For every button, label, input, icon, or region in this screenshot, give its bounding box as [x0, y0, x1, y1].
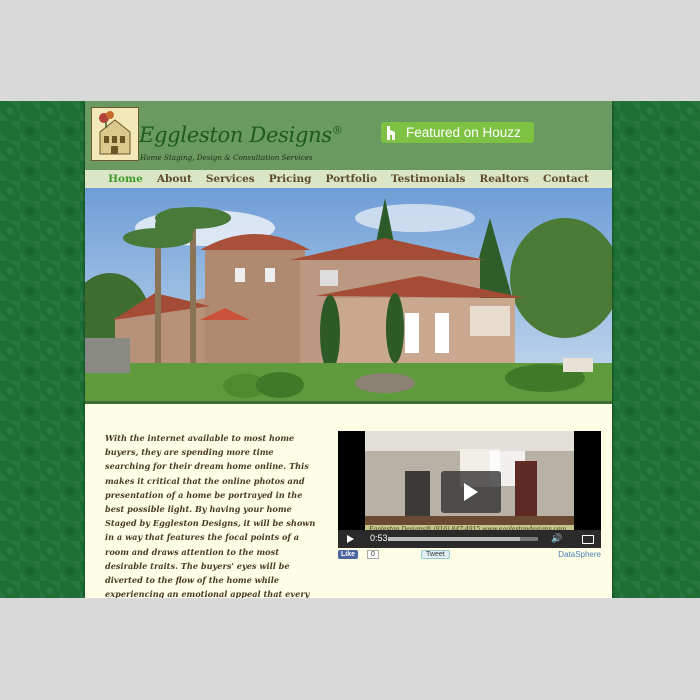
volume-icon[interactable]: 🔊 — [551, 534, 562, 544]
social-bar: Like 0 Tweet DataSphere — [338, 550, 601, 562]
video-player[interactable]: Eggleston Designs® (916) 847-4915 www.eg… — [338, 431, 601, 548]
featured-on-houzz-button[interactable]: Featured on Houzz — [381, 122, 534, 143]
brand-text: Eggleston Designs — [139, 123, 332, 147]
datasphere-link[interactable]: DataSphere — [558, 550, 601, 559]
nav-item-realtors[interactable]: Realtors — [479, 173, 529, 185]
browser-viewport: Eggleston Designs® Home Staging, Design … — [0, 101, 700, 598]
nav-item-about[interactable]: About — [157, 173, 192, 185]
nav-item-testimonials[interactable]: Testimonials — [391, 173, 465, 185]
nav-item-services[interactable]: Services — [206, 173, 255, 185]
tweet-button[interactable]: Tweet — [421, 550, 450, 559]
site-header: Eggleston Designs® Home Staging, Design … — [85, 101, 612, 170]
like-count: 0 — [367, 550, 379, 559]
play-button[interactable] — [441, 471, 501, 513]
small-play-icon[interactable] — [347, 535, 354, 543]
video-controls: 0:53 🔊 — [338, 530, 601, 548]
main-nav: Home About Services Pricing Portfolio Te… — [85, 170, 612, 188]
fullscreen-icon[interactable] — [582, 535, 594, 544]
logo-house-icon — [92, 108, 138, 160]
hero-divider — [85, 401, 612, 404]
tagline: Home Staging, Design & Consultation Serv… — [140, 153, 313, 162]
houzz-label: Featured on Houzz — [406, 125, 521, 140]
nav-item-portfolio[interactable]: Portfolio — [325, 173, 377, 185]
facebook-like-button[interactable]: Like — [338, 550, 359, 559]
video-time: 0:53 — [370, 533, 388, 543]
nav-item-contact[interactable]: Contact — [543, 173, 589, 185]
play-icon — [464, 483, 478, 501]
tweet-label: Tweet — [426, 551, 445, 558]
brand-name[interactable]: Eggleston Designs® — [139, 123, 343, 147]
video-progress-bar[interactable] — [388, 537, 538, 541]
page-container: Eggleston Designs® Home Staging, Design … — [85, 101, 612, 598]
video-progress-fill — [388, 537, 520, 541]
nav-item-pricing[interactable]: Pricing — [269, 173, 312, 185]
nav-item-home[interactable]: Home — [108, 173, 143, 185]
hero-house-photo — [85, 188, 612, 401]
fb-like-label: Like — [341, 551, 356, 558]
houzz-logo-icon — [381, 125, 403, 140]
logo-image[interactable] — [91, 107, 139, 161]
intro-paragraph: With the internet available to most home… — [105, 433, 316, 598]
registered-mark: ® — [331, 124, 343, 137]
